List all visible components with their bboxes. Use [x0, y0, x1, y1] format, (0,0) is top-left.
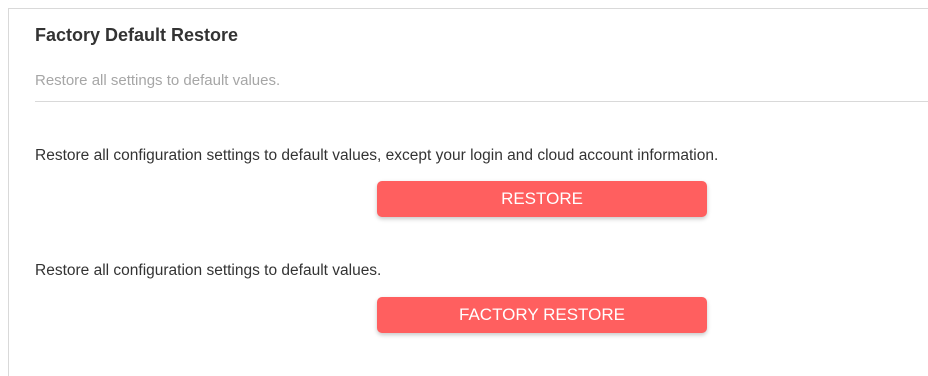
section-divider [35, 101, 928, 102]
factory-restore-description: Restore all configuration settings to de… [35, 262, 382, 279]
restore-description: Restore all configuration settings to de… [35, 147, 719, 164]
restore-button[interactable]: RESTORE [377, 181, 707, 217]
factory-default-restore-panel: Factory Default Restore Restore all sett… [8, 8, 928, 376]
section-subtitle: Restore all settings to default values. [35, 72, 281, 89]
section-title: Factory Default Restore [35, 25, 239, 45]
factory-restore-button[interactable]: FACTORY RESTORE [377, 297, 707, 333]
